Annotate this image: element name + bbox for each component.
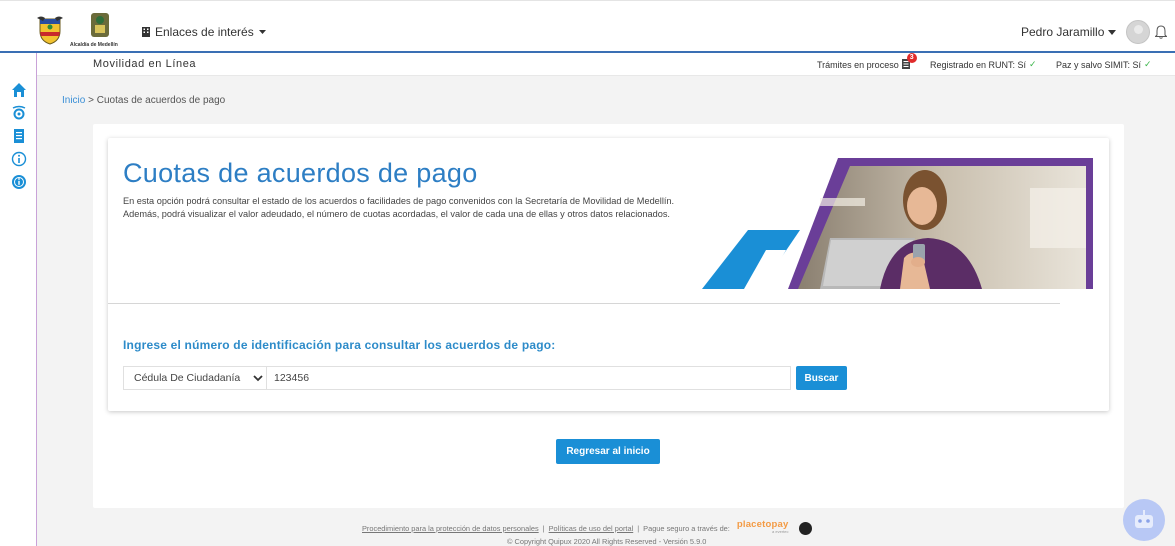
runt-label: Registrado en RUNT: Sí	[930, 59, 1027, 70]
banner-image	[702, 158, 1093, 289]
footer-separator: |	[637, 523, 640, 533]
tramites-en-proceso[interactable]: Trámites en proceso 3	[817, 53, 917, 70]
sub-header: Movilidad en Línea Trámites en proceso 3…	[37, 53, 1175, 76]
caret-down-icon	[258, 29, 266, 34]
alcaldia-logo-text: Alcaldía de Medellín	[70, 42, 118, 48]
document-type-value: Cédula De Ciudadanía	[134, 372, 241, 384]
breadcrumb-separator: >	[88, 95, 94, 106]
document-icon[interactable]	[11, 128, 27, 144]
page-description: En esta opción podrá consultar el estado…	[123, 196, 675, 219]
policies-link[interactable]: Políticas de uso del portal	[549, 524, 634, 533]
info-icon[interactable]	[11, 151, 27, 167]
left-sidebar	[0, 53, 37, 546]
enlaces-label: Enlaces de interés	[155, 25, 254, 39]
user-menu[interactable]: Pedro Jaramillo	[1021, 25, 1117, 39]
breadcrumb-home-link[interactable]: Inicio	[62, 95, 85, 106]
search-button[interactable]: Buscar	[796, 366, 847, 390]
check-icon: ✓	[1144, 59, 1152, 69]
enlaces-dropdown[interactable]: Enlaces de interés	[142, 25, 266, 39]
page-title: Cuotas de acuerdos de pago	[123, 158, 478, 188]
pay-secure-text: Pague seguro a través de:	[643, 523, 730, 533]
alcaldia-logo: Alcaldía de Medellín	[70, 12, 130, 48]
runt-status: Registrado en RUNT: Sí ✓	[930, 59, 1037, 70]
building-icon	[142, 27, 150, 37]
simit-label: Paz y salvo SIMIT: Sí	[1056, 59, 1142, 70]
simit-status: Paz y salvo SIMIT: Sí ✓	[1056, 59, 1152, 70]
footer-separator: |	[542, 523, 545, 533]
query-label: Ingrese el número de identificación para…	[123, 338, 556, 352]
check-icon: ✓	[1029, 59, 1037, 69]
footer-links: Procedimiento para la protección de dato…	[362, 519, 812, 535]
card-divider	[108, 303, 1060, 304]
home-icon[interactable]	[11, 82, 27, 98]
breadcrumb: Inicio > Cuotas de acuerdos de pago	[62, 95, 225, 106]
user-name: Pedro Jaramillo	[1021, 25, 1105, 39]
placetopay-brand: placetopay	[736, 519, 789, 530]
tramites-icon: 3	[901, 53, 917, 70]
gear-icon[interactable]	[11, 105, 27, 121]
avatar[interactable]	[1126, 20, 1150, 44]
bell-icon[interactable]	[1155, 25, 1167, 39]
caret-down-icon	[1108, 29, 1117, 35]
id-number-input[interactable]	[266, 366, 791, 390]
breadcrumb-current: Cuotas de acuerdos de pago	[96, 95, 226, 106]
footer: Procedimiento para la protección de dato…	[0, 517, 1175, 546]
tramites-label: Trámites en proceso	[817, 59, 899, 70]
colombia-shield-logo	[37, 16, 63, 45]
document-type-select[interactable]: Cédula De Ciudadanía	[123, 366, 266, 390]
evertec-logo	[798, 521, 812, 535]
placetopay-logo: placetopay a evertec	[736, 519, 789, 535]
copyright: © Copyright Quipux 2020 All Rights Reser…	[507, 537, 707, 546]
top-header: Alcaldía de Medellín Enlaces de interés …	[0, 0, 1175, 54]
back-to-home-button[interactable]: Regresar al inicio	[556, 439, 660, 464]
robot-icon	[1135, 510, 1153, 528]
placetopay-sub: a evertec	[772, 529, 789, 534]
tramites-count-badge: 3	[906, 53, 917, 63]
privacy-link[interactable]: Procedimiento para la protección de dato…	[362, 524, 539, 533]
info-filled-icon[interactable]	[11, 174, 27, 190]
chatbot-button[interactable]	[1123, 499, 1165, 541]
app-title: Movilidad en Línea	[93, 58, 197, 70]
chevron-down-icon	[253, 375, 263, 382]
